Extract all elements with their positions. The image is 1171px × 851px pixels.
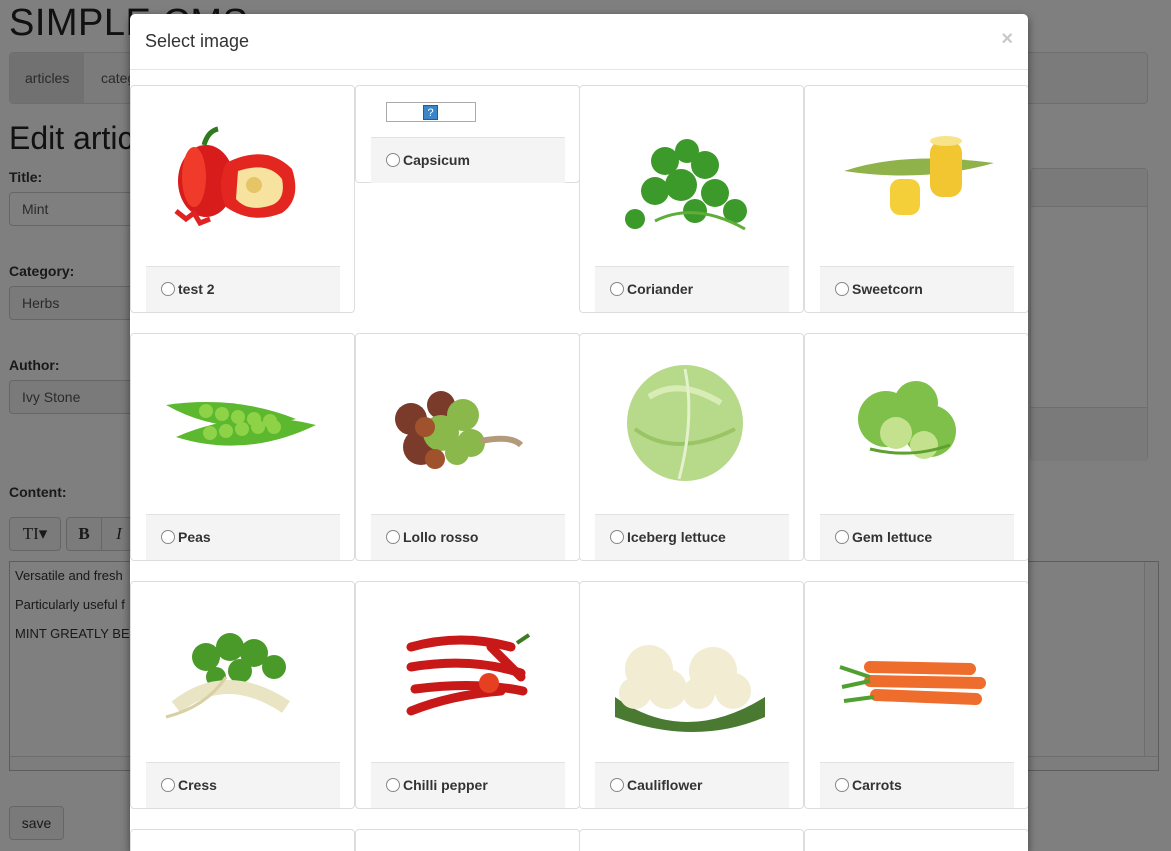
image-option-label: Peas	[146, 514, 340, 560]
image-label: Cress	[178, 777, 217, 793]
image-option-test-2[interactable]: test 2	[130, 85, 355, 313]
radio-button[interactable]	[835, 777, 849, 792]
image-option-coriander[interactable]: Coriander	[579, 85, 804, 313]
red-pepper-image	[174, 126, 296, 227]
image-option-label: Cauliflower	[595, 762, 789, 808]
image-option-label: Gem lettuce	[820, 514, 1014, 560]
image-option-lollo-rosso[interactable]: Lollo rosso	[355, 333, 580, 561]
radio-button[interactable]	[835, 281, 849, 296]
image-option-cress[interactable]: Cress	[130, 581, 355, 809]
image-label: Coriander	[627, 281, 694, 297]
image-label: Lollo rosso	[403, 529, 479, 545]
radio-button[interactable]	[610, 281, 624, 296]
broken-image-glyph: ?	[423, 105, 438, 120]
image-option-partial[interactable]	[804, 829, 1028, 851]
image-option-partial[interactable]	[130, 829, 355, 851]
radio-button[interactable]	[161, 529, 175, 544]
image-option-capsicum[interactable]: ? Capsicum	[355, 85, 580, 183]
cauliflower-image	[615, 645, 765, 732]
radio-button[interactable]	[835, 529, 849, 544]
image-grid: test 2 ? Capsicum Coriander Sweetcorn Pe…	[130, 85, 1028, 851]
image-option-partial[interactable]	[355, 829, 580, 851]
image-option-iceberg-lettuce[interactable]: Iceberg lettuce	[579, 333, 804, 561]
image-label: Capsicum	[403, 152, 470, 168]
image-option-chilli-pepper[interactable]: Chilli pepper	[355, 581, 580, 809]
modal-title: Select image	[145, 31, 250, 51]
chilli-pepper-image	[406, 633, 531, 716]
image-label: Sweetcorn	[852, 281, 923, 297]
radio-button[interactable]	[610, 777, 624, 792]
radio-button[interactable]	[386, 529, 400, 544]
image-option-label: Chilli pepper	[371, 762, 565, 808]
image-option-peas[interactable]: Peas	[130, 333, 355, 561]
modal-header: Select image ×	[130, 14, 1028, 70]
cress-image	[165, 633, 290, 719]
image-label: test 2	[178, 281, 215, 297]
image-option-label: Lollo rosso	[371, 514, 565, 560]
image-label: Peas	[178, 529, 211, 545]
gem-lettuce-image	[858, 381, 956, 459]
image-option-label: Carrots	[820, 762, 1014, 808]
lollo-rosso-image	[395, 391, 524, 469]
image-label: Gem lettuce	[852, 529, 933, 545]
image-option-cauliflower[interactable]: Cauliflower	[579, 581, 804, 809]
coriander-image	[625, 139, 747, 231]
close-icon[interactable]: ×	[1001, 28, 1013, 51]
image-option-carrots[interactable]: Carrots	[804, 581, 1028, 809]
broken-image-icon: ?	[386, 102, 476, 122]
iceberg-lettuce-image	[627, 365, 743, 481]
radio-button[interactable]	[386, 777, 400, 792]
image-option-label: Coriander	[595, 266, 789, 312]
select-image-modal: Select image × test 2 ? Capsicum Coriand…	[130, 14, 1028, 851]
image-label: Cauliflower	[627, 777, 703, 793]
image-label: Iceberg lettuce	[627, 529, 726, 545]
image-option-sweetcorn[interactable]: Sweetcorn	[804, 85, 1028, 313]
image-option-label: test 2	[146, 266, 340, 312]
image-option-label: Iceberg lettuce	[595, 514, 789, 560]
image-option-label: Cress	[146, 762, 340, 808]
image-option-label: Capsicum	[371, 137, 565, 183]
peas-image	[166, 402, 316, 446]
radio-button[interactable]	[610, 529, 624, 544]
radio-button[interactable]	[161, 777, 175, 792]
carrots-image	[839, 661, 986, 705]
image-label: Chilli pepper	[403, 777, 488, 793]
sweetcorn-image	[844, 136, 994, 215]
image-option-label: Sweetcorn	[820, 266, 1014, 312]
radio-button[interactable]	[386, 152, 400, 167]
image-option-partial[interactable]	[579, 829, 804, 851]
image-label: Carrots	[852, 777, 902, 793]
image-option-gem-lettuce[interactable]: Gem lettuce	[804, 333, 1028, 561]
radio-button[interactable]	[161, 281, 175, 296]
